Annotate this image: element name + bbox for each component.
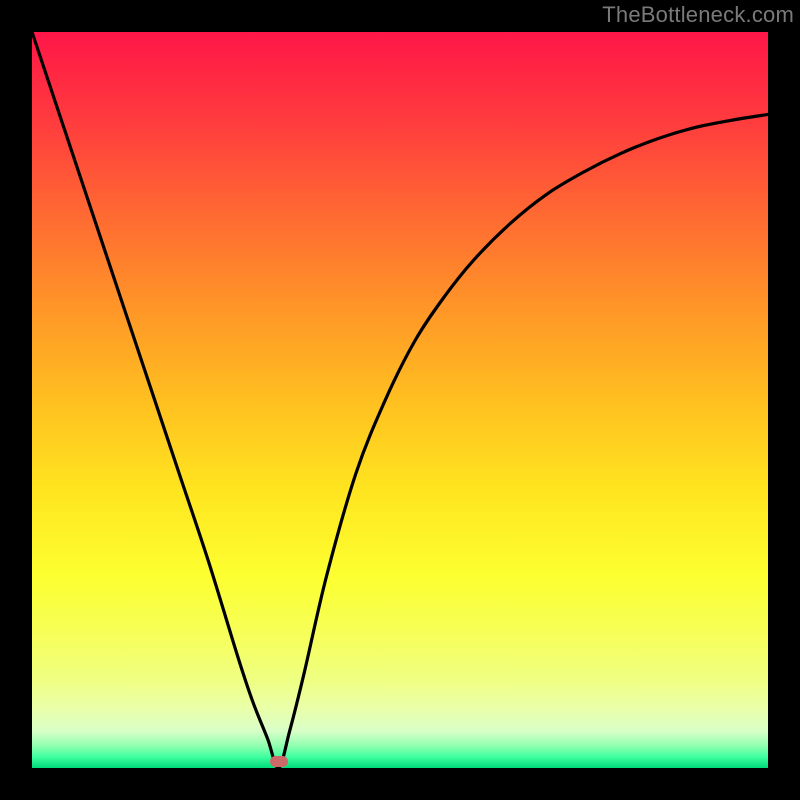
chart-frame: TheBottleneck.com [0, 0, 800, 800]
bottleneck-curve [32, 32, 768, 768]
minimum-marker [270, 756, 288, 767]
watermark-text: TheBottleneck.com [602, 2, 794, 28]
plot-area [32, 32, 768, 768]
